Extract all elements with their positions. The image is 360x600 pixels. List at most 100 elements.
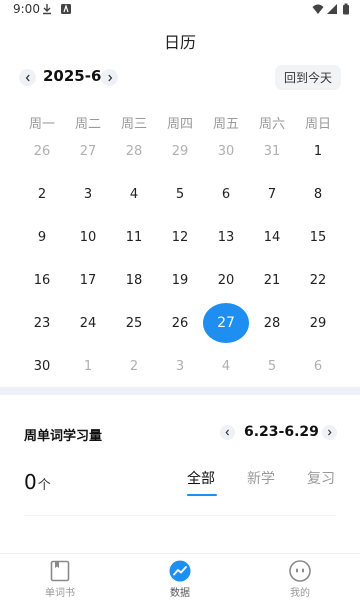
nav-label: 单词书 [45,588,75,599]
calendar-day[interactable]: 1 [295,131,341,171]
calendar-day[interactable]: 27 [65,131,111,171]
bottom-navigation: 单词书 数据 我的 [0,553,360,600]
calendar-day-number: 30 [33,358,51,374]
calendar-day[interactable]: 22 [295,260,341,300]
calendar-day-number: 28 [263,315,281,331]
calendar-day-number: 19 [171,272,189,288]
calendar-day-number: 26 [33,143,51,159]
stats-icon [169,560,191,582]
calendar-day[interactable]: 10 [65,217,111,257]
weekday-label: 周五 [212,117,239,132]
next-week-button[interactable] [322,425,337,440]
signal-icon [327,4,337,14]
calendar-day[interactable]: 20 [203,260,249,300]
calendar-day[interactable]: 14 [249,217,295,257]
calendar-day-number: 1 [313,143,323,159]
calendar-day[interactable]: 19 [157,260,203,300]
weekday-label: 周三 [120,117,147,132]
stats-tabs: 全部 新学 复习 [180,468,340,498]
back-to-today-button[interactable]: 回到今天 [275,65,341,90]
calendar-day-number: 22 [309,272,327,288]
calendar-day-number: 27 [203,303,249,343]
calendar-day[interactable]: 26 [19,131,65,171]
calendar-day-number: 5 [267,358,277,374]
calendar-day-number: 21 [263,272,281,288]
calendar-day[interactable]: 24 [65,303,111,343]
nav-item-data[interactable]: 数据 [120,554,240,600]
calendar-day[interactable]: 18 [111,260,157,300]
calendar-day[interactable]: 23 [19,303,65,343]
calendar-day[interactable]: 2 [19,174,65,214]
calendar-day-number: 12 [171,229,189,245]
tab-all[interactable]: 全部 [187,468,215,488]
wifi-icon [312,4,324,14]
chevron-left-icon [25,74,30,81]
next-month-button[interactable] [101,69,118,86]
calendar-day[interactable]: 4 [111,174,157,214]
app-notification-icon [61,4,71,14]
calendar-day-number: 29 [309,315,327,331]
weekly-stats-title: 周单词学习量 [24,429,103,444]
calendar-day[interactable]: 29 [295,303,341,343]
calendar-day[interactable]: 30 [203,131,249,171]
calendar-day-number: 14 [263,229,281,245]
active-tab-indicator [187,494,217,496]
calendar-day-number: 1 [83,358,93,374]
calendar-day-number: 28 [125,143,143,159]
calendar-day[interactable]: 4 [203,346,249,386]
nav-label: 我的 [290,588,310,599]
calendar-day[interactable]: 9 [19,217,65,257]
calendar-day[interactable]: 30 [19,346,65,386]
tab-new[interactable]: 新学 [247,468,275,488]
calendar-day[interactable]: 2 [111,346,157,386]
calendar-day[interactable]: 1 [65,346,111,386]
calendar-day[interactable]: 13 [203,217,249,257]
calendar-day[interactable]: 5 [157,174,203,214]
calendar-day-selected[interactable]: 27 [203,303,249,343]
calendar-day[interactable]: 6 [203,174,249,214]
calendar-day[interactable]: 29 [157,131,203,171]
word-count: 0个 [24,470,51,494]
calendar-day[interactable]: 28 [111,131,157,171]
calendar-day[interactable]: 21 [249,260,295,300]
calendar-day[interactable]: 17 [65,260,111,300]
calendar-day[interactable]: 28 [249,303,295,343]
status-bar: 9:00 [0,0,360,20]
calendar-day-number: 23 [33,315,51,331]
weekday-label: 周四 [166,117,193,132]
calendar-day-number: 4 [129,186,139,202]
profile-icon [289,560,311,582]
calendar-day-number: 18 [125,272,143,288]
calendar-day[interactable]: 6 [295,346,341,386]
nav-item-wordbook[interactable]: 单词书 [0,554,120,600]
calendar-grid: 26 27 28 29 30 31 1 2 3 4 5 6 7 8 9 10 11 12 13 14 15 16 17 18 1… [19,131,341,384]
calendar-day[interactable]: 11 [111,217,157,257]
tab-review[interactable]: 复习 [307,468,335,488]
prev-week-button[interactable] [220,425,235,440]
calendar-day-number: 6 [221,186,231,202]
calendar-day-number: 4 [221,358,231,374]
download-icon [43,4,51,15]
calendar-day-number: 3 [175,358,185,374]
calendar-day-number: 20 [217,272,235,288]
book-icon [50,560,70,582]
calendar-day[interactable]: 5 [249,346,295,386]
calendar-day-number: 2 [129,358,139,374]
week-range-label: 6.23-6.29 [244,424,319,440]
calendar-day[interactable]: 3 [157,346,203,386]
calendar-day[interactable]: 12 [157,217,203,257]
calendar-day-number: 11 [125,229,143,245]
calendar-day[interactable]: 8 [295,174,341,214]
calendar-day[interactable]: 25 [111,303,157,343]
calendar-day[interactable]: 26 [157,303,203,343]
prev-month-button[interactable] [19,69,36,86]
calendar-day[interactable]: 16 [19,260,65,300]
calendar-day[interactable]: 3 [65,174,111,214]
calendar-day[interactable]: 15 [295,217,341,257]
calendar-day-number: 7 [267,186,277,202]
calendar-day-number: 8 [313,186,323,202]
nav-item-profile[interactable]: 我的 [240,554,360,600]
calendar-day-number: 13 [217,229,235,245]
calendar-day[interactable]: 31 [249,131,295,171]
calendar-day[interactable]: 7 [249,174,295,214]
